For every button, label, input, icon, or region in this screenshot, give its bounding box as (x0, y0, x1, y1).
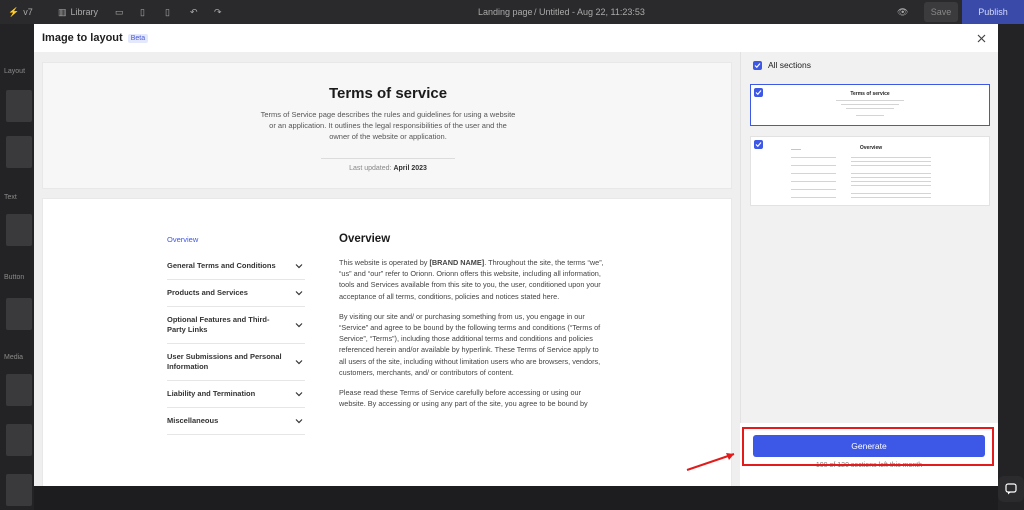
toc-item-products[interactable]: Products and Services (167, 280, 305, 307)
beta-badge: Beta (127, 33, 149, 43)
all-sections-checkbox[interactable]: All sections (753, 60, 811, 70)
editor-right-panel (998, 24, 1024, 510)
thumbnail-text-line (791, 165, 836, 166)
chevron-down-icon (295, 291, 303, 296)
thumbnail-text-line (851, 173, 931, 174)
close-icon (977, 34, 985, 42)
hero-description: Terms of Service page describes the rule… (260, 110, 516, 141)
logo-icon: ⚡ (8, 6, 20, 17)
thumbnail-text-line (851, 165, 931, 166)
hero-title: Terms of service (328, 85, 448, 102)
thumbnail-text-line (846, 108, 894, 109)
toc-item-liability[interactable]: Liability and Termination (167, 381, 305, 408)
editor-left-panel: Layout Text Button Media (0, 24, 34, 510)
save-button[interactable]: Save (924, 2, 958, 22)
image-to-layout-modal: Image to layout Beta Terms of service Te… (34, 24, 998, 486)
thumbnail-text-line (851, 157, 931, 158)
thumbnail-title: Overview (859, 145, 883, 151)
chevron-down-icon (295, 323, 303, 328)
annotation-highlight-box (742, 427, 994, 466)
toc-item-user-submissions[interactable]: User Submissions and Personal Informatio… (167, 344, 305, 381)
version-menu[interactable]: ⚡ v7 (8, 0, 33, 24)
thumbnail-text-line (851, 181, 931, 182)
thumbnail-text-line (841, 104, 899, 105)
undo-icon[interactable]: ↶ (190, 0, 198, 24)
annotation-arrow-icon (686, 453, 735, 471)
chevron-down-icon (295, 360, 303, 365)
section-label-layout: Layout (4, 68, 26, 75)
modal-title: Image to layout (42, 32, 123, 44)
overview-paragraph: Please read these Terms of Service caref… (339, 388, 588, 409)
chevron-down-icon (295, 392, 303, 397)
section-thumbnail-overview[interactable]: Overview (750, 136, 990, 206)
thumbnail-text-line (851, 197, 931, 198)
document-status: / Untitled - Aug 22, 11:23:53 (534, 7, 645, 17)
media-thumbnail[interactable] (6, 374, 32, 406)
section-thumbnail-hero[interactable]: Terms of service (750, 84, 990, 126)
chat-support-button[interactable] (998, 476, 1024, 502)
preview-eye-icon[interactable]: 👁 (897, 0, 908, 24)
layout-thumbnail[interactable] (6, 136, 32, 168)
media-thumbnail[interactable] (6, 424, 32, 456)
page-selector[interactable]: Landing page (478, 0, 533, 24)
modal-header: Image to layout Beta (34, 24, 998, 52)
thumbnail-text-line (851, 193, 931, 194)
tablet-view-icon[interactable]: ▯ (140, 0, 145, 24)
editor-topbar: ⚡ v7 ▥ Library ▭ ▯ ▯ ↶ ↷ Landing page / Un… (0, 0, 1024, 24)
thumbnail-text-line (791, 189, 836, 190)
table-of-contents: Overview General Terms and Conditions Pr… (167, 231, 305, 435)
thumbnail-text-line (851, 161, 931, 162)
section-label-media: Media (4, 354, 24, 361)
hero-divider (321, 158, 455, 159)
layout-preview[interactable]: Terms of service Terms of Service page d… (34, 52, 740, 486)
chevron-down-icon (295, 419, 303, 424)
chevron-down-icon (295, 264, 303, 269)
toc-item-general-terms[interactable]: General Terms and Conditions (167, 253, 305, 280)
thumbnail-text-line (791, 181, 836, 182)
mobile-view-icon[interactable]: ▯ (165, 0, 170, 24)
text-thumbnail[interactable] (6, 214, 32, 246)
checkbox-checked-icon (753, 60, 762, 70)
thumbnail-text-line (836, 100, 904, 101)
overview-title: Overview (339, 233, 391, 245)
toc-item-miscellaneous[interactable]: Miscellaneous (167, 408, 305, 435)
publish-button[interactable]: Publish (962, 0, 1024, 24)
sections-panel: All sections Terms of service Overview (740, 52, 998, 486)
toc-item-optional-features[interactable]: Optional Features and Third-Party Links (167, 307, 305, 344)
thumbnail-text-line (791, 173, 836, 174)
toc-item-overview[interactable]: Overview (167, 231, 305, 253)
thumbnail-text-line (856, 115, 884, 116)
thumbnail-text-line (791, 157, 836, 158)
section-label-button: Button (4, 274, 25, 281)
overview-text: This website is operated by [BRAND NAME]… (339, 257, 607, 418)
hero-last-updated: Last updated: April 2023 (349, 165, 427, 172)
layout-thumbnail[interactable] (6, 90, 32, 122)
section-label-text: Text (4, 194, 17, 201)
preview-section-overview: Overview General Terms and Conditions Pr… (42, 198, 732, 486)
overview-paragraph: This website is operated by [BRAND NAME]… (339, 258, 604, 301)
desktop-view-icon[interactable]: ▭ (115, 0, 124, 24)
library-button[interactable]: ▥ Library (58, 0, 98, 24)
thumbnail-text-line (791, 197, 836, 198)
thumbnail-title: Terms of service (850, 91, 890, 97)
chat-icon (1005, 483, 1017, 495)
thumbnail-text-line (791, 149, 801, 150)
canvas-backdrop (34, 486, 998, 510)
close-button[interactable] (974, 31, 988, 45)
overview-paragraph: By visiting our site and/ or purchasing … (339, 311, 601, 377)
thumbnail-text-line (851, 185, 931, 186)
redo-icon[interactable]: ↷ (214, 0, 222, 24)
button-thumbnail[interactable] (6, 298, 32, 330)
thumbnail-text-line (851, 177, 931, 178)
preview-section-hero: Terms of service Terms of Service page d… (42, 62, 732, 189)
checkbox-checked-icon[interactable] (754, 140, 763, 149)
media-thumbnail[interactable] (6, 474, 32, 506)
library-icon: ▥ (58, 6, 67, 17)
